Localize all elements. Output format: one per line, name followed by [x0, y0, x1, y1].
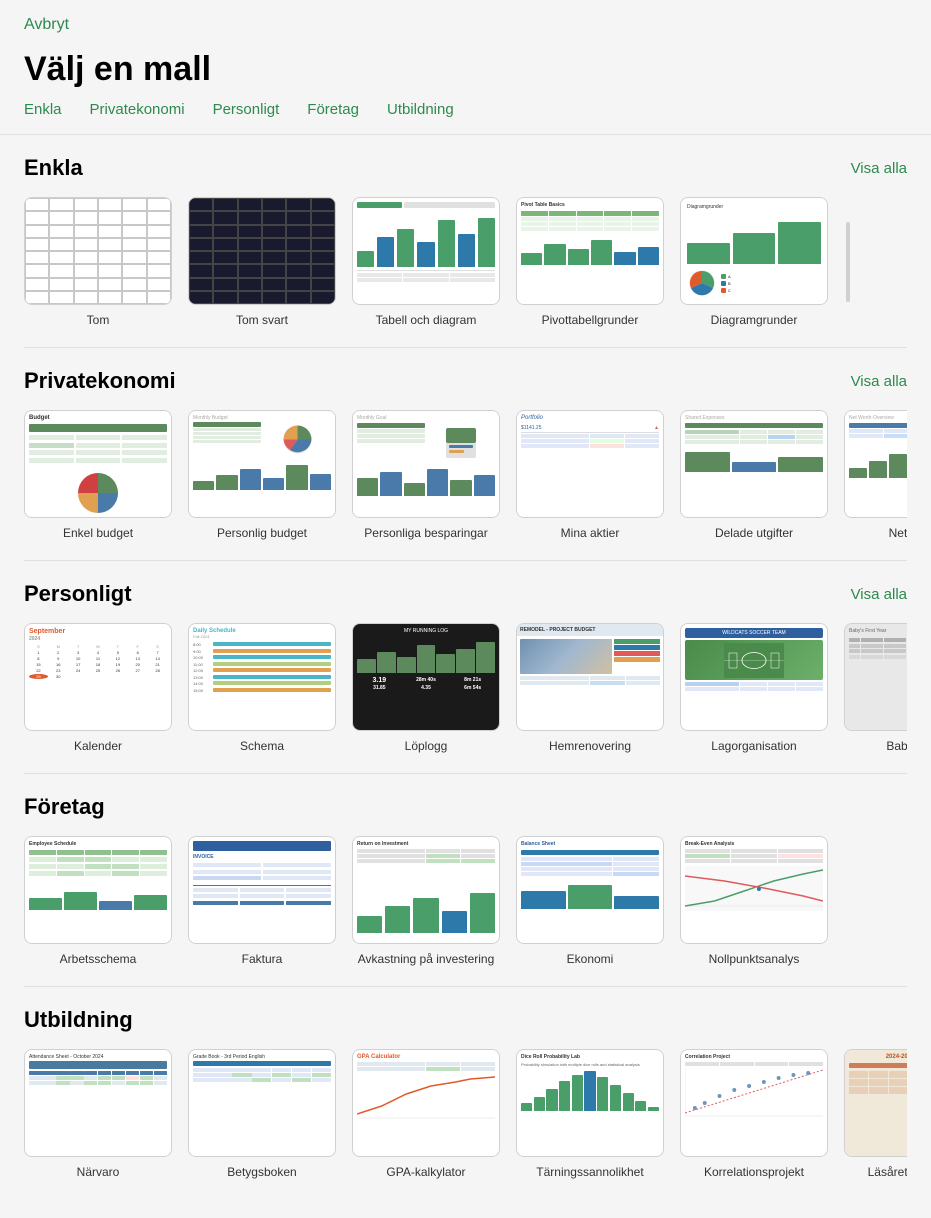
section-enkla-title: Enkla [24, 155, 83, 181]
category-nav: Enkla Privatekonomi Personligt Företag U… [0, 101, 931, 135]
template-lasaret[interactable]: 2024-2025 School Year [844, 1049, 907, 1179]
template-gpa-kalkylator[interactable]: GPA Calculator [352, 1049, 500, 1179]
nav-foretag[interactable]: Företag [307, 101, 359, 118]
nav-personligt[interactable]: Personligt [213, 101, 280, 118]
foretag-templates-row: Employee Schedule [24, 836, 907, 976]
template-tom[interactable]: for(let i=0;i<48;i++) document.write('<d… [24, 197, 172, 327]
personligt-view-all[interactable]: Visa alla [851, 586, 907, 603]
top-bar: Avbryt Välj en mall Enkla Privatekonomi … [0, 0, 931, 135]
section-privatekonomi-title: Privatekonomi [24, 368, 176, 394]
template-nettovarde[interactable]: Net Worth-Overview [844, 410, 907, 540]
template-narvaroschema[interactable]: Attendance Sheet - October 2024 [24, 1049, 172, 1179]
privatekonomi-templates-row: Budget [24, 410, 907, 550]
template-dice-roll[interactable]: Dice Roll Probability Lab Probability si… [516, 1049, 664, 1179]
section-foretag: Företag Employee Schedule [0, 774, 931, 986]
nav-privatekonomi[interactable]: Privatekonomi [90, 101, 185, 118]
template-avkastning[interactable]: Return on Investment [352, 836, 500, 966]
section-personligt: Personligt Visa alla September2024 S M T… [0, 561, 931, 773]
template-personliga-besparingar[interactable]: Monthly Goal [352, 410, 500, 540]
template-ekonomi[interactable]: Balance Sheet [516, 836, 664, 966]
template-babyjournal[interactable]: Baby's First Year [844, 623, 907, 753]
template-betygsboken[interactable]: Grade Book - 3rd Period English [188, 1049, 336, 1179]
template-lagorganisation[interactable]: WILDCATS SOCCER TEAM [680, 623, 828, 753]
template-pivottabell[interactable]: Pivot Table Basics [516, 197, 664, 327]
section-utbildning-title: Utbildning [24, 1007, 133, 1033]
section-privatekonomi: Privatekonomi Visa alla Budget [0, 348, 931, 560]
privatekonomi-view-all[interactable]: Visa alla [851, 373, 907, 390]
page-title: Välj en mall [0, 42, 931, 101]
nav-utbildning[interactable]: Utbildning [387, 101, 454, 118]
template-diagramgrunder[interactable]: Diagramgrunder [680, 197, 828, 327]
nav-enkla[interactable]: Enkla [24, 101, 62, 118]
section-foretag-title: Företag [24, 794, 105, 820]
template-nollpunktsanalys[interactable]: Break-Even Analysis [680, 836, 828, 966]
section-enkla: Enkla Visa alla for(let i=0;i<48;i++) do… [0, 135, 931, 347]
section-personligt-title: Personligt [24, 581, 132, 607]
template-tom-svart[interactable]: for(let i=0;i<48;i++) document.write('<d… [188, 197, 336, 327]
cancel-button[interactable]: Avbryt [24, 16, 69, 34]
template-korrelation[interactable]: Correlation Project [680, 1049, 828, 1179]
template-arbetsschema[interactable]: Employee Schedule [24, 836, 172, 966]
template-hemrenovering[interactable]: REMODEL - PROJECT BUDGET [516, 623, 664, 753]
section-utbildning: Utbildning Attendance Sheet - October 20… [0, 987, 931, 1199]
template-faktura[interactable]: INVOICE Faktura [188, 836, 336, 966]
enkla-view-all[interactable]: Visa alla [851, 160, 907, 177]
template-kalender[interactable]: September2024 S M T W T F S 1 2 3 4 [24, 623, 172, 753]
template-loplogg[interactable]: MY RUNNING LOG 3.19 [352, 623, 500, 753]
template-schema[interactable]: Daily Schedule Fall 2024 8:00 9:00 10:00 [188, 623, 336, 753]
template-enkel-budget[interactable]: Budget [24, 410, 172, 540]
template-delade-utgifter[interactable]: Shared Expenses [680, 410, 828, 540]
template-tabell-diagram[interactable]: Tabell och diagram [352, 197, 500, 327]
utbildning-templates-row: Attendance Sheet - October 2024 [24, 1049, 907, 1189]
template-mina-aktier[interactable]: Portfolio $1141.25 ▲ [516, 410, 664, 540]
template-personlig-budget[interactable]: Monthly Budget [188, 410, 336, 540]
enkla-templates-row: for(let i=0;i<48;i++) document.write('<d… [24, 197, 907, 337]
personligt-templates-row: September2024 S M T W T F S 1 2 3 4 [24, 623, 907, 763]
